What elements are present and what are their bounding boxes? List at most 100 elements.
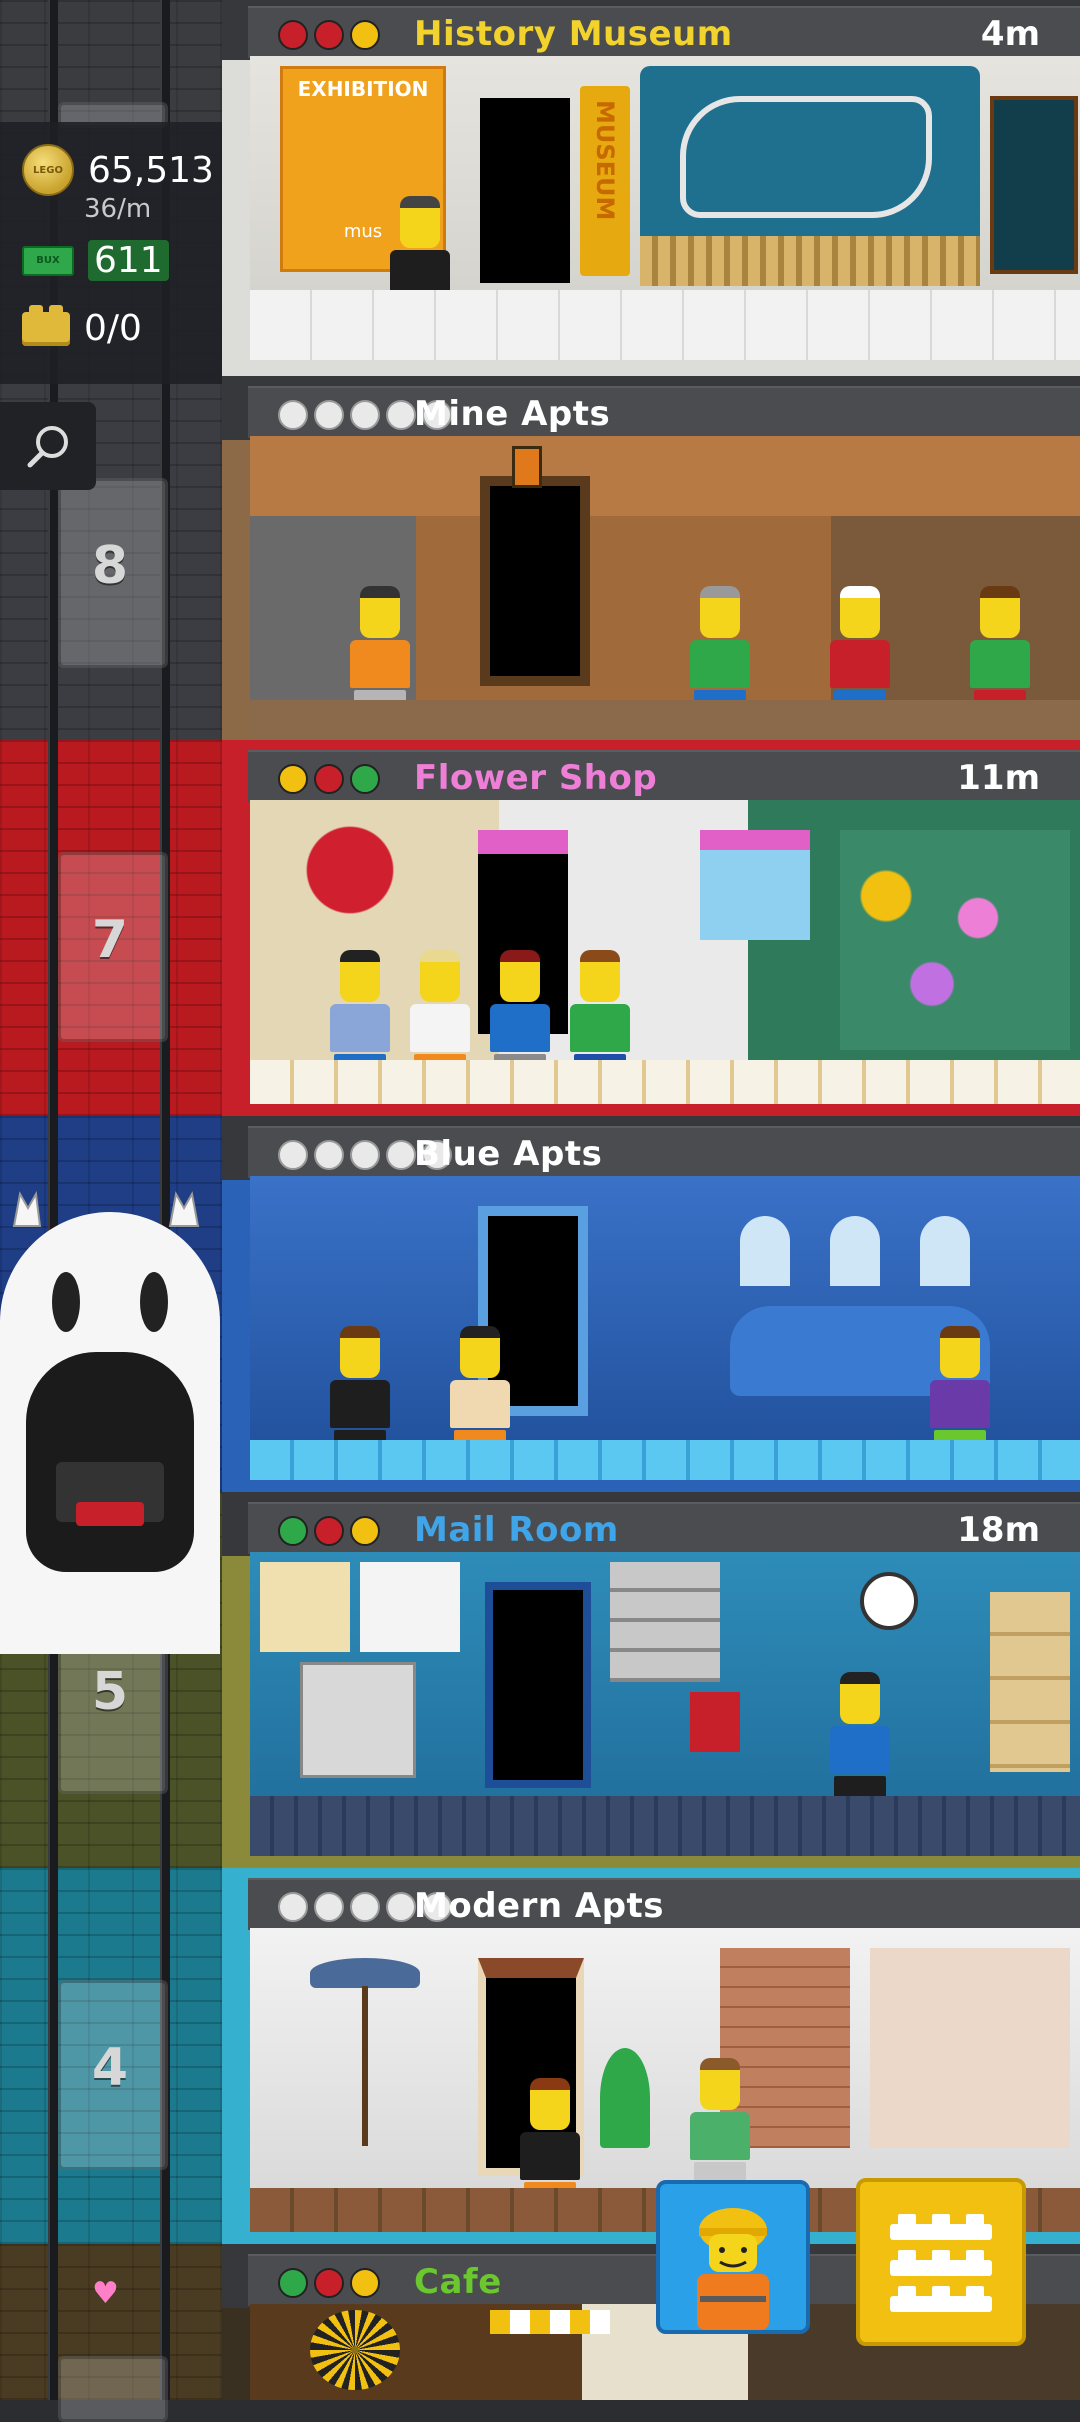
museum-door (480, 98, 570, 283)
floor-mine-apts[interactable]: Mine Apts (222, 376, 1080, 740)
caveman-display (990, 96, 1078, 274)
bux-row[interactable]: BUX 611 (22, 240, 169, 281)
floor-tiles (250, 1796, 1080, 1856)
flower-window (700, 830, 810, 940)
resource-hud: LEGO 65,513 36/m BUX 611 0/0 (0, 122, 254, 384)
coin-icon: LEGO (22, 144, 74, 196)
floor-name: History Museum (414, 14, 733, 54)
rating-star-2 (314, 1892, 344, 1922)
status-light-1 (278, 764, 308, 794)
bricks-value: 0/0 (84, 308, 142, 349)
status-light-2 (314, 2268, 344, 2298)
floor-status-lights (278, 764, 380, 794)
ghost-elevator-car[interactable] (0, 1190, 220, 1654)
parcel-stack (990, 1592, 1070, 1772)
mail-cabinet (610, 1562, 720, 1682)
floor-scene (250, 436, 1080, 740)
floor-number-5: 5 (91, 1662, 129, 1722)
bathroom (870, 1948, 1070, 2148)
floor-status-lights (278, 2268, 380, 2298)
floor-blue-apts[interactable]: Blue Apts (222, 1116, 1080, 1492)
worker-button[interactable] (656, 2180, 810, 2334)
rating-star-4 (386, 1140, 416, 1170)
floor-tiles (250, 1060, 1080, 1104)
floor-status-lights (278, 20, 380, 50)
floor-tiles (250, 1440, 1080, 1480)
floor-number-4: 4 (91, 2038, 129, 2098)
rating-star-1 (278, 400, 308, 430)
status-light-1 (278, 2268, 308, 2298)
museum-sign: MUSEUM (580, 86, 630, 276)
floor-history-museum[interactable]: History Museum 4m EXHIBITION mus MUSEUM (222, 0, 1080, 376)
floor-timer: 11m (957, 758, 1040, 798)
floor-timer: 18m (957, 1510, 1040, 1550)
floor-flower-shop[interactable]: Flower Shop 11m (222, 740, 1080, 1116)
floor-title-bar: Flower Shop 11m (248, 750, 1080, 802)
ghost-mouth-door (26, 1352, 194, 1572)
status-light-2 (314, 20, 344, 50)
ghost-right-eye (140, 1272, 168, 1332)
rating-star-2 (314, 1140, 344, 1170)
coins-rate: 36/m (84, 194, 152, 224)
search-icon (27, 426, 68, 468)
green-plant (600, 2048, 650, 2148)
floor-scene: EXHIBITION mus MUSEUM (250, 56, 1080, 360)
floor-scene (250, 1552, 1080, 1856)
floor-name: Cafe (414, 2262, 502, 2302)
heart-icon[interactable]: ♥ (92, 2276, 119, 2311)
floor-number-7: 7 (91, 910, 129, 970)
coins-row[interactable]: LEGO 65,513 (22, 144, 214, 196)
dinosaur-display (640, 66, 980, 286)
floor-title-bar: Blue Apts (248, 1126, 1080, 1178)
flower-display (840, 830, 1070, 1050)
cafe-awning (490, 2310, 610, 2334)
dinosaur-skeleton (680, 96, 932, 218)
floor-tiles (250, 700, 1080, 740)
mail-room-door (485, 1582, 591, 1788)
status-light-1 (278, 1516, 308, 1546)
status-light-3 (350, 20, 380, 50)
floor-name: Flower Shop (414, 758, 658, 798)
status-light-2 (314, 764, 344, 794)
status-light-3 (350, 764, 380, 794)
floor-scene (250, 800, 1080, 1104)
red-mailbox (690, 1692, 740, 1752)
status-light-3 (350, 2268, 380, 2298)
arched-window-3 (920, 1216, 970, 1286)
build-menu-button[interactable] (856, 2178, 1026, 2346)
floor-scene (250, 1176, 1080, 1480)
rating-star-2 (314, 400, 344, 430)
floor-title-bar: Modern Apts (248, 1878, 1080, 1930)
display-railing (640, 236, 980, 286)
bricks-row[interactable]: 0/0 (22, 304, 142, 349)
brick-menu-icon (890, 2214, 992, 2312)
floor-tiles (250, 290, 1080, 360)
floor-name: Mine Apts (414, 394, 611, 434)
floor-status-lights (278, 1516, 380, 1546)
mine-rock-wall (250, 436, 1080, 516)
arched-window-2 (830, 1216, 880, 1286)
mine-door (480, 476, 590, 686)
cafe-sunburst (310, 2310, 400, 2390)
floor-number-8: 8 (91, 536, 129, 596)
umbrella-pole (362, 1986, 368, 2146)
rose-decor (290, 810, 410, 930)
floor-mail-room[interactable]: Mail Room 18m (222, 1492, 1080, 1868)
bux-icon: BUX (22, 245, 74, 276)
floor-name: Mail Room (414, 1510, 619, 1550)
floor-name: Blue Apts (414, 1134, 603, 1174)
elevator-seat-cushion (76, 1502, 144, 1526)
bux-value: 611 (88, 240, 169, 281)
rating-star-1 (278, 1140, 308, 1170)
construction-worker-icon (697, 2208, 769, 2330)
rating-star-4 (386, 400, 416, 430)
patio-umbrella (310, 1958, 420, 1988)
rating-star-4 (386, 1892, 416, 1922)
brick-icon (22, 304, 70, 346)
search-button[interactable] (0, 402, 96, 490)
rating-star-1 (278, 1892, 308, 1922)
status-light-1 (278, 20, 308, 50)
status-light-2 (314, 1516, 344, 1546)
floor-name: Modern Apts (414, 1886, 665, 1926)
floor-title-bar: Mine Apts (248, 386, 1080, 438)
